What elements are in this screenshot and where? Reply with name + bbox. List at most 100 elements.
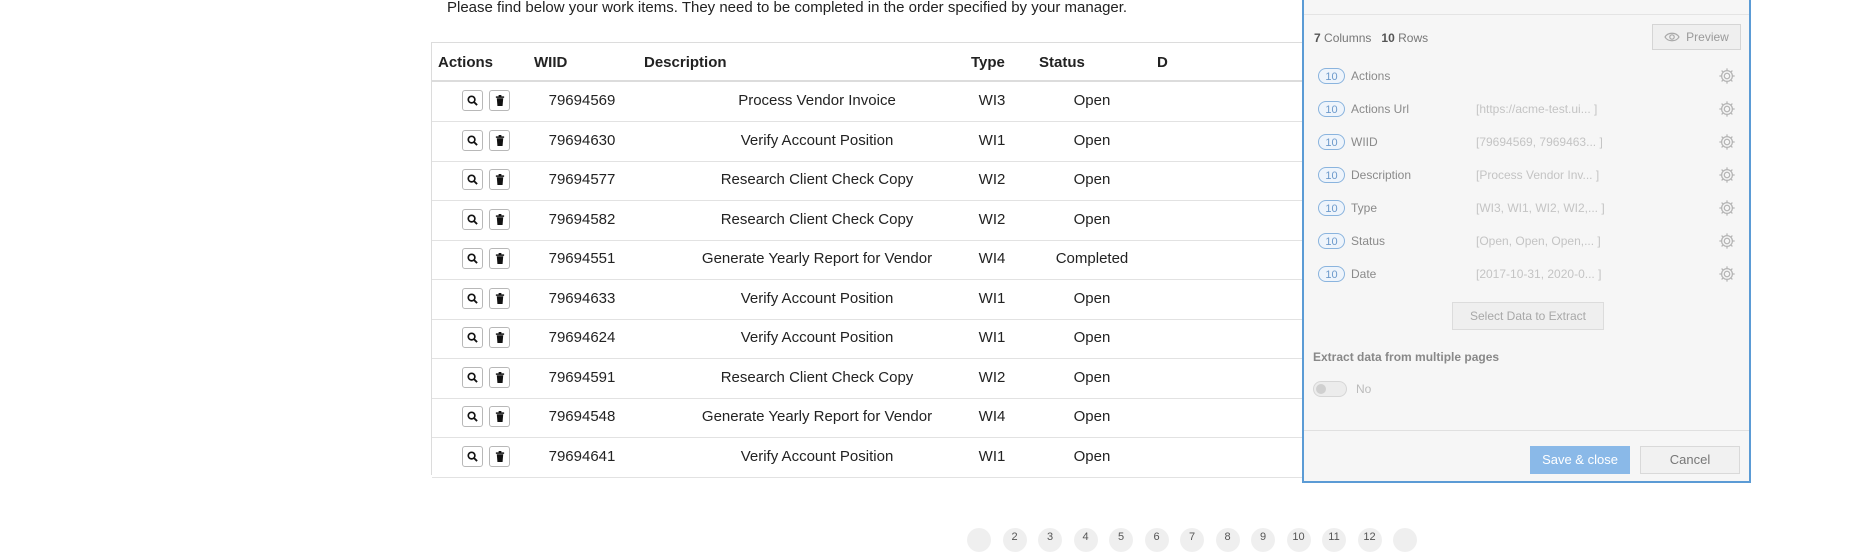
view-button[interactable] bbox=[462, 129, 483, 151]
search-icon bbox=[467, 174, 478, 185]
delete-button[interactable] bbox=[489, 287, 510, 309]
field-row: 10 WIID [79694569, 7969463... ] bbox=[1318, 133, 1738, 153]
preview-button[interactable]: Preview bbox=[1652, 24, 1741, 50]
multi-pages-toggle[interactable] bbox=[1313, 381, 1347, 397]
search-icon bbox=[467, 292, 478, 304]
description-cell: Research Client Check Copy bbox=[720, 210, 914, 228]
rows-label: Rows bbox=[1398, 31, 1429, 45]
field-name: Actions bbox=[1351, 69, 1391, 83]
page-button[interactable] bbox=[967, 528, 991, 552]
view-button[interactable] bbox=[462, 287, 483, 309]
save-close-button[interactable]: Save & close bbox=[1530, 446, 1630, 474]
multi-pages-label: Extract data from multiple pages bbox=[1313, 350, 1500, 364]
rows-count: 10 bbox=[1381, 31, 1395, 45]
view-button[interactable] bbox=[462, 366, 483, 388]
delete-button[interactable] bbox=[489, 248, 510, 269]
view-button[interactable] bbox=[462, 90, 483, 111]
search-icon bbox=[467, 411, 478, 422]
description-cell: Generate Yearly Report for Vendor bbox=[701, 408, 933, 425]
page-button[interactable]: 6 bbox=[1144, 528, 1169, 552]
status-cell: Open bbox=[1073, 210, 1111, 228]
page-button[interactable]: 2 bbox=[1002, 528, 1027, 552]
delete-button[interactable] bbox=[489, 169, 510, 190]
delete-button[interactable] bbox=[489, 208, 510, 230]
field-count-badge: 10 bbox=[1318, 233, 1345, 249]
field-sample: [Open, Open, Open,... ] bbox=[1476, 234, 1601, 248]
description-cell: Verify Account Position bbox=[740, 447, 894, 465]
page-button[interactable]: 9 bbox=[1251, 528, 1275, 552]
view-button[interactable] bbox=[462, 208, 483, 230]
status-cell: Open bbox=[1073, 329, 1111, 346]
toggle-value: No bbox=[1356, 382, 1372, 396]
columns-label: Columns bbox=[1324, 31, 1372, 45]
trash-icon bbox=[495, 213, 505, 225]
gear-icon[interactable] bbox=[1718, 166, 1736, 184]
page-button[interactable] bbox=[1393, 528, 1417, 552]
delete-button[interactable] bbox=[489, 327, 510, 348]
status-cell: Open bbox=[1073, 368, 1111, 386]
description-cell: Research Client Check Copy bbox=[720, 171, 914, 188]
table-row: 79694569 Process Vendor Invoice WI3 Open bbox=[432, 82, 1322, 122]
gear-icon[interactable] bbox=[1718, 100, 1736, 118]
wiid-cell: 79694569 bbox=[548, 92, 616, 109]
cancel-button[interactable]: Cancel bbox=[1640, 446, 1740, 474]
type-cell: WI4 bbox=[978, 250, 1006, 267]
delete-button[interactable] bbox=[489, 445, 510, 467]
page-button[interactable]: 7 bbox=[1180, 528, 1204, 552]
field-sample: [2017-10-31, 2020-0... ] bbox=[1476, 267, 1602, 281]
field-row: 10 Date [2017-10-31, 2020-0... ] bbox=[1318, 265, 1738, 285]
toggle-knob bbox=[1316, 384, 1326, 394]
table-row: 79694591 Research Client Check Copy WI2 Ope… bbox=[432, 359, 1322, 399]
gear-icon[interactable] bbox=[1718, 265, 1736, 283]
select-data-button[interactable]: Select Data to Extract bbox=[1452, 302, 1604, 330]
search-icon bbox=[467, 332, 478, 343]
table-row: 79694548 Generate Yearly Report for Vendo… bbox=[432, 398, 1322, 438]
view-button[interactable] bbox=[462, 406, 483, 427]
trash-icon bbox=[495, 253, 505, 264]
status-cell: Open bbox=[1073, 289, 1111, 307]
status-cell: Open bbox=[1073, 131, 1111, 149]
header-date: D bbox=[1157, 54, 1168, 71]
trash-icon bbox=[495, 371, 505, 383]
wiid-cell: 79694624 bbox=[548, 329, 616, 346]
field-sample: [79694569, 7969463... ] bbox=[1476, 135, 1603, 149]
page-button[interactable]: 4 bbox=[1073, 528, 1098, 552]
delete-button[interactable] bbox=[489, 129, 510, 151]
description-cell: Process Vendor Invoice bbox=[738, 92, 896, 109]
table-row: 79694630 Verify Account Position WI1 Open bbox=[432, 122, 1322, 162]
page-button[interactable]: 11 bbox=[1322, 528, 1346, 552]
view-button[interactable] bbox=[462, 248, 483, 269]
delete-button[interactable] bbox=[489, 366, 510, 388]
page-button[interactable]: 5 bbox=[1109, 528, 1133, 552]
page-button[interactable]: 10 bbox=[1286, 528, 1311, 552]
gear-icon[interactable] bbox=[1718, 67, 1736, 85]
view-button[interactable] bbox=[462, 169, 483, 190]
work-items-table: Actions WIID Description Type Status D 7… bbox=[431, 42, 1417, 552]
page-button[interactable]: 12 bbox=[1357, 528, 1382, 552]
gear-icon[interactable] bbox=[1718, 133, 1736, 151]
trash-icon bbox=[495, 450, 505, 462]
view-button[interactable] bbox=[462, 445, 483, 467]
page-button[interactable]: 8 bbox=[1215, 528, 1240, 552]
view-button[interactable] bbox=[462, 327, 483, 348]
search-icon bbox=[467, 253, 478, 264]
gear-icon[interactable] bbox=[1718, 199, 1736, 217]
delete-button[interactable] bbox=[489, 406, 510, 427]
field-row: 10 Status [Open, Open, Open,... ] bbox=[1318, 232, 1738, 252]
type-cell: WI3 bbox=[978, 92, 1006, 109]
preview-label: Preview bbox=[1686, 30, 1729, 44]
field-count-badge: 10 bbox=[1318, 266, 1345, 282]
type-cell: WI2 bbox=[978, 368, 1006, 386]
description-cell: Generate Yearly Report for Vendor bbox=[701, 250, 933, 267]
field-row: 10 Actions Url [https://acme-test.ui... ] bbox=[1318, 100, 1738, 120]
delete-button[interactable] bbox=[489, 90, 510, 111]
trash-icon bbox=[495, 411, 505, 422]
eye-icon bbox=[1664, 32, 1680, 42]
description-cell: Research Client Check Copy bbox=[720, 368, 914, 386]
search-icon bbox=[467, 134, 478, 146]
pagination: 2 3 4 5 6 7 8 9 10 11 12 bbox=[432, 528, 1417, 552]
header-type: Type bbox=[971, 54, 1005, 71]
page-button[interactable]: 3 bbox=[1038, 528, 1062, 552]
gear-icon[interactable] bbox=[1718, 232, 1736, 250]
search-icon bbox=[467, 450, 478, 462]
